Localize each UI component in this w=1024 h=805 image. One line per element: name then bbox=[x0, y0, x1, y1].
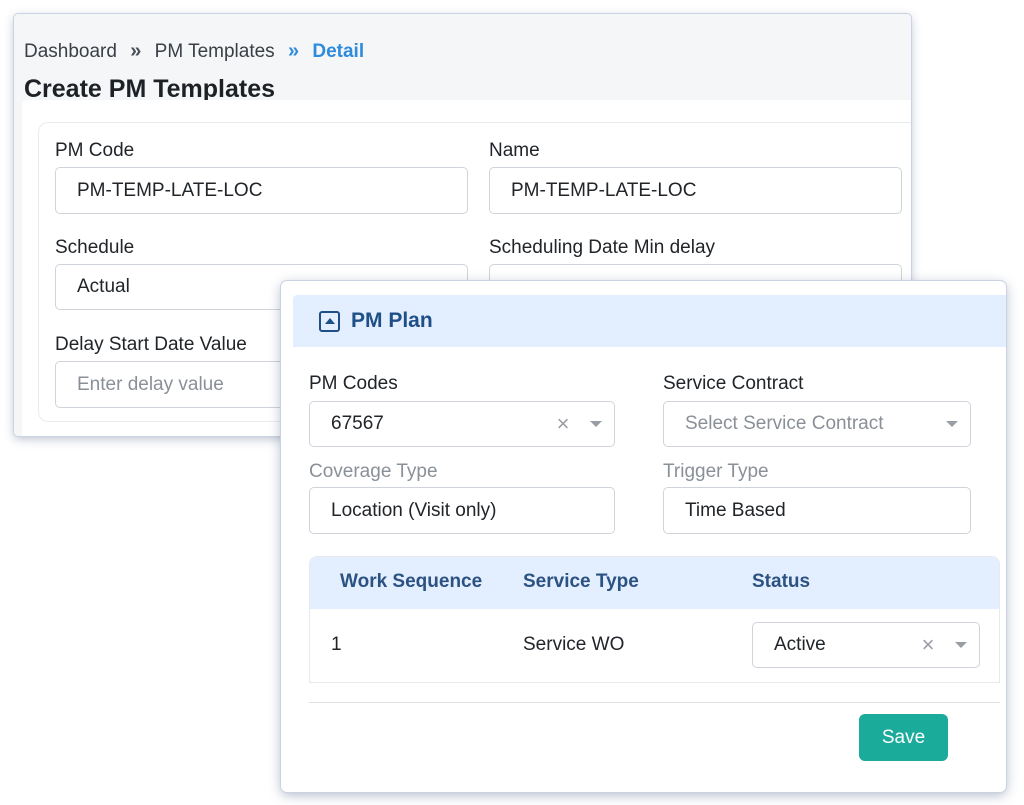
pm-code-label: PM Code bbox=[55, 140, 135, 161]
name-label: Name bbox=[489, 140, 540, 161]
coverage-type-input[interactable] bbox=[309, 487, 615, 534]
divider bbox=[309, 702, 1000, 703]
pm-plan-title: PM Plan bbox=[351, 309, 433, 332]
pm-code-input[interactable] bbox=[55, 167, 468, 214]
breadcrumb-separator-icon: » bbox=[287, 40, 300, 62]
row-service-type: Service WO bbox=[523, 634, 625, 655]
delay-start-date-value-label: Delay Start Date Value bbox=[55, 334, 247, 355]
status-select[interactable]: Active × bbox=[752, 622, 980, 668]
header-work-sequence: Work Sequence bbox=[340, 571, 483, 592]
pm-plan-header[interactable]: PM Plan bbox=[293, 295, 1006, 347]
name-input[interactable] bbox=[489, 167, 902, 214]
header-status: Status bbox=[752, 571, 811, 592]
chevron-down-icon[interactable] bbox=[943, 642, 979, 648]
clear-icon[interactable]: × bbox=[913, 634, 943, 656]
coverage-type-label: Coverage Type bbox=[309, 461, 438, 482]
service-contract-placeholder: Select Service Contract bbox=[685, 413, 884, 434]
table-header: Work Sequence Service Type Status bbox=[310, 557, 999, 609]
pm-plan-card: PM Plan PM Codes 67567 × Service Contrac… bbox=[281, 281, 1006, 792]
breadcrumb: Dashboard » PM Templates » Detail bbox=[24, 40, 364, 63]
breadcrumb-pm-templates[interactable]: PM Templates bbox=[155, 41, 275, 62]
status-value: Active bbox=[774, 634, 826, 655]
chevron-down-icon[interactable] bbox=[578, 421, 614, 427]
header-service-type: Service Type bbox=[523, 571, 639, 592]
pm-codes-value: 67567 bbox=[331, 413, 384, 434]
pm-codes-select[interactable]: 67567 × bbox=[309, 401, 615, 447]
trigger-type-input[interactable] bbox=[663, 487, 971, 534]
breadcrumb-detail: Detail bbox=[312, 41, 365, 62]
service-contract-select[interactable]: Select Service Contract bbox=[663, 401, 971, 447]
pm-codes-label: PM Codes bbox=[309, 373, 398, 394]
clear-icon[interactable]: × bbox=[548, 413, 578, 435]
collapse-icon[interactable] bbox=[319, 310, 340, 332]
trigger-type-label: Trigger Type bbox=[663, 461, 769, 482]
work-sequence-table: Work Sequence Service Type Status 1 Serv… bbox=[309, 556, 1000, 683]
chevron-down-icon[interactable] bbox=[934, 421, 970, 427]
row-sequence: 1 bbox=[331, 634, 342, 655]
schedule-label: Schedule bbox=[55, 237, 135, 258]
breadcrumb-dashboard[interactable]: Dashboard bbox=[24, 41, 117, 62]
save-button[interactable]: Save bbox=[859, 714, 948, 761]
service-contract-label: Service Contract bbox=[663, 373, 804, 394]
breadcrumb-separator-icon: » bbox=[130, 40, 142, 62]
scheduling-date-min-delay-label: Scheduling Date Min delay bbox=[489, 237, 716, 258]
